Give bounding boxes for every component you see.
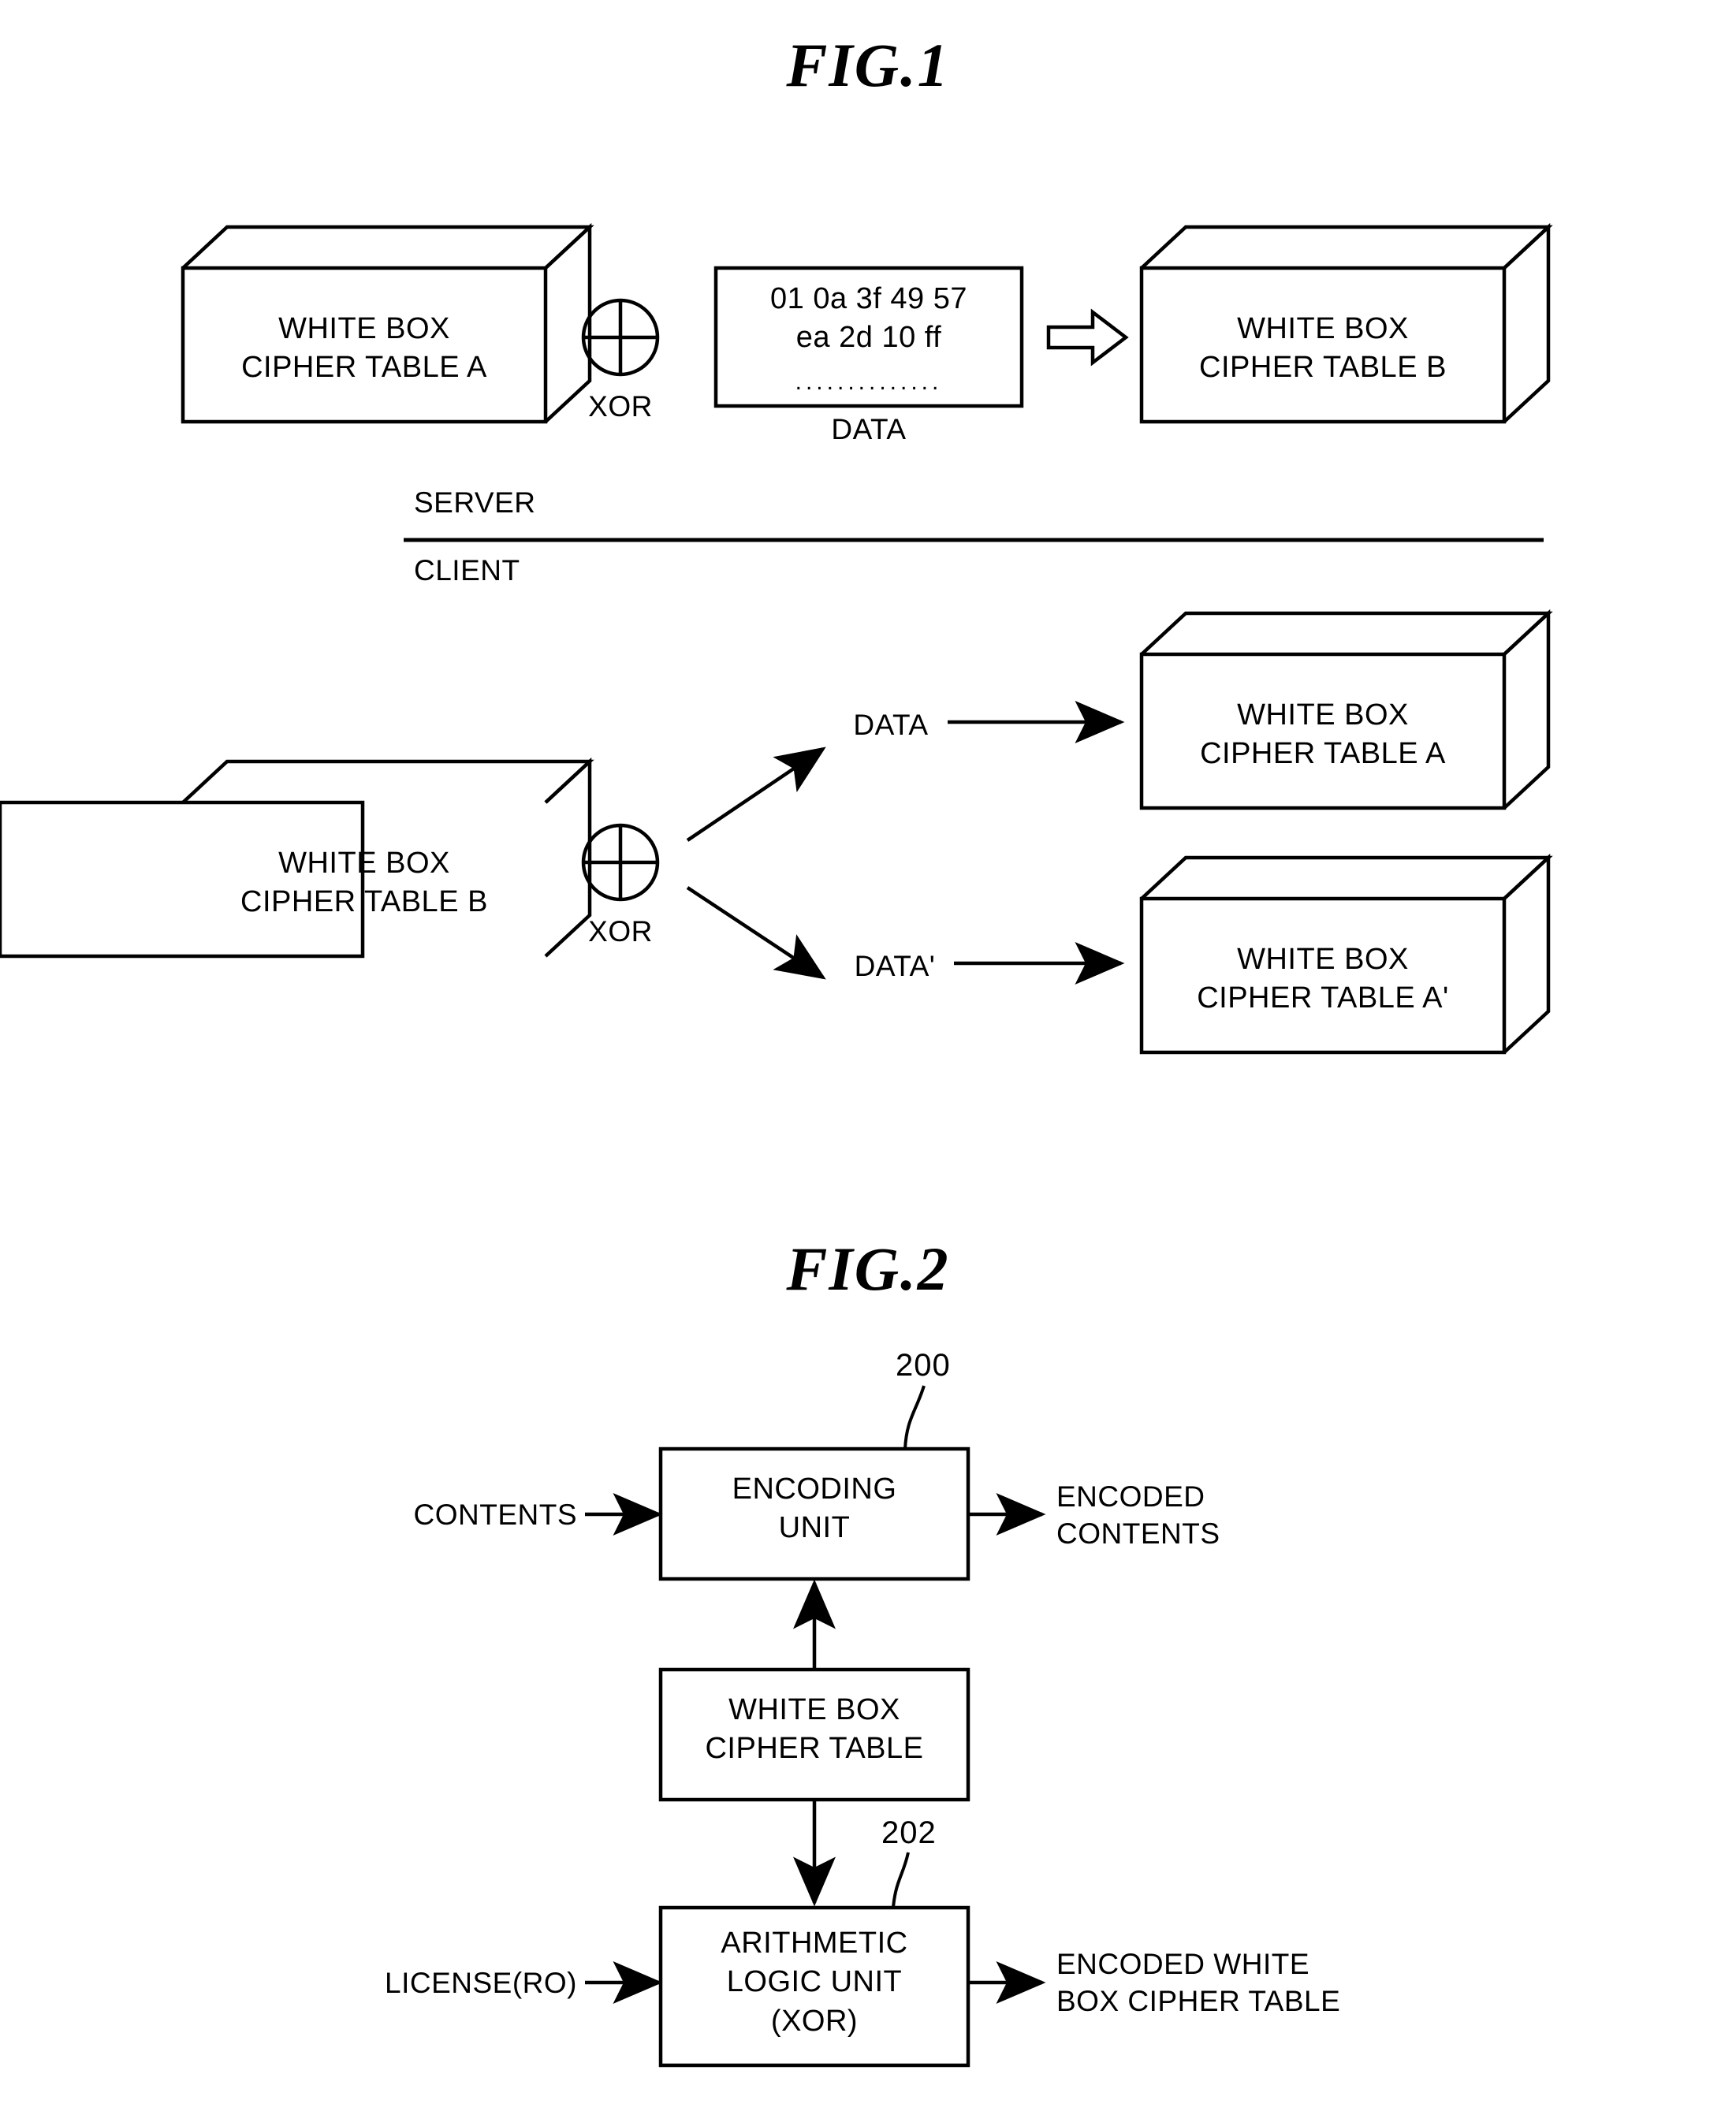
patent-drawing-sheet: FIG.1 FIG.2 WHITE BOX CIPHER TABLE A XOR… (0, 0, 1736, 2126)
block-label-encoding-unit: ENCODING UNIT (661, 1470, 968, 1548)
leader-line-200 (903, 1385, 926, 1450)
cube-label-line1: WHITE BOX (278, 847, 450, 880)
reference-numeral-200: 200 (896, 1348, 951, 1383)
cube-label-line1: WHITE BOX (278, 312, 450, 345)
cube-label-line1: WHITE BOX (1237, 943, 1409, 976)
data-box-caption: DATA (831, 413, 907, 445)
block-label-line2: CIPHER TABLE (705, 1732, 924, 1766)
block-label-arithmetic-logic-unit: ARITHMETIC LOGIC UNIT (XOR) (661, 1924, 968, 2041)
branch-label-data: DATA (853, 709, 929, 741)
io-label-line1: ENCODED (1056, 1480, 1205, 1513)
block-label-line1: ENCODING (732, 1473, 897, 1506)
branch-line-to-data-prime (686, 886, 826, 980)
cube-label-line2: CIPHER TABLE A' (1197, 981, 1449, 1015)
cube-label-line1: WHITE BOX (1237, 698, 1409, 732)
reference-numeral-202: 202 (881, 1815, 937, 1850)
leader-line-202 (892, 1852, 910, 1908)
data-box-ellipsis: .............. (795, 369, 943, 395)
xor-circle-icon-client (581, 823, 660, 902)
cube-label-server-table-a: WHITE BOX CIPHER TABLE A (183, 310, 546, 388)
cube-label-client-table-b: WHITE BOX CIPHER TABLE B (183, 844, 546, 922)
block-arrow-right-icon (1046, 308, 1129, 367)
cube-label-line2: CIPHER TABLE B (240, 885, 488, 919)
xor-label-client: XOR (588, 915, 653, 948)
data-box-line1: 01 0a 3f 49 57 (770, 282, 967, 315)
data-box-content: 01 0a 3f 49 57 ea 2d 10 ff (716, 280, 1022, 358)
branch-line-to-data (686, 747, 826, 842)
io-label-line2: BOX CIPHER TABLE (1056, 1985, 1341, 2018)
xor-label-server: XOR (588, 390, 653, 423)
cube-label-line2: CIPHER TABLE A (241, 351, 487, 385)
cube-label-server-table-b: WHITE BOX CIPHER TABLE B (1142, 310, 1504, 388)
block-label-line2: UNIT (778, 1511, 851, 1545)
cube-label-line2: CIPHER TABLE A (1200, 737, 1446, 771)
io-label-contents: CONTENTS (413, 1499, 577, 1531)
block-label-line2: LOGIC UNIT (726, 1965, 903, 1999)
cube-label-line1: WHITE BOX (1237, 312, 1409, 345)
io-label-line1: ENCODED WHITE (1056, 1948, 1309, 1980)
cube-label-client-table-a: WHITE BOX CIPHER TABLE A (1142, 696, 1504, 774)
io-label-line2: CONTENTS (1056, 1517, 1220, 1551)
cube-label-client-table-a-prime: WHITE BOX CIPHER TABLE A' (1142, 940, 1504, 1018)
data-box-line2: ea 2d 10 ff (795, 321, 942, 355)
block-label-line1: WHITE BOX (728, 1693, 900, 1726)
block-label-white-box-cipher-table: WHITE BOX CIPHER TABLE (661, 1691, 968, 1769)
io-label-encoded-white-box-cipher-table: ENCODED WHITE BOX CIPHER TABLE (1056, 1945, 1340, 2020)
block-label-line1: ARITHMETIC (721, 1927, 908, 1960)
cube-label-line2: CIPHER TABLE B (1199, 351, 1447, 385)
branch-label-data-prime: DATA' (854, 950, 936, 982)
server-label: SERVER (414, 486, 536, 519)
io-label-license: LICENSE(RO) (385, 1967, 577, 1999)
block-label-line3: (XOR) (770, 2004, 859, 2038)
xor-circle-icon-server (581, 298, 660, 377)
client-label: CLIENT (414, 554, 520, 586)
io-label-encoded-contents: ENCODED CONTENTS (1056, 1478, 1220, 1553)
